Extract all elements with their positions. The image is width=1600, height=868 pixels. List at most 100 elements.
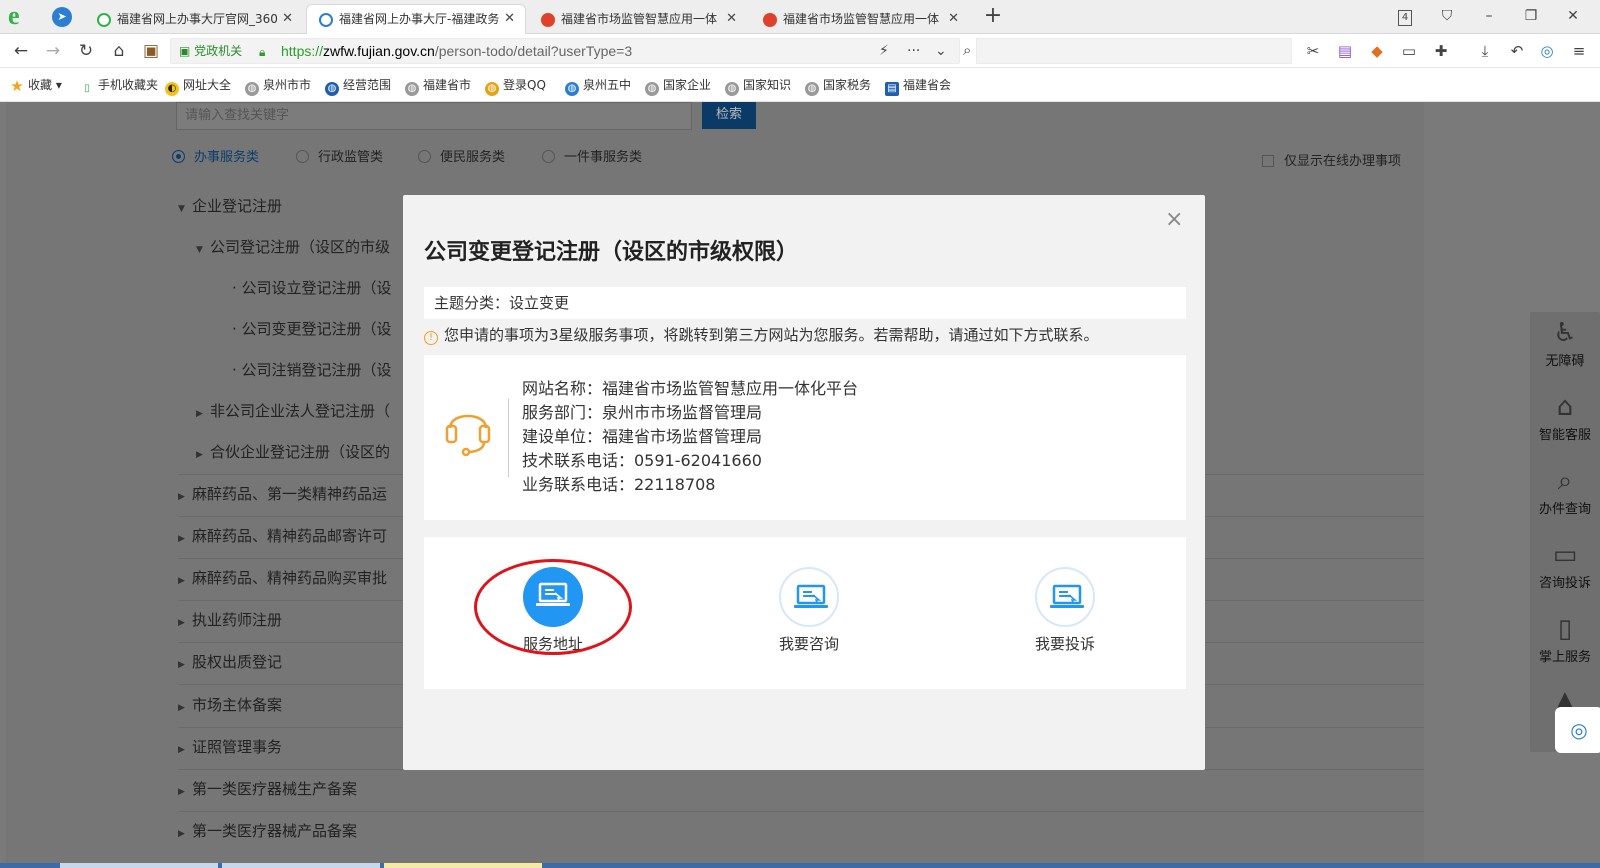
bookmark-school[interactable]: ◍ 泉州五中 [565, 77, 631, 96]
radio-dot-icon [296, 150, 309, 163]
caret-right-icon: ▶ [196, 450, 203, 460]
refresh-icon[interactable]: ↻ [73, 39, 99, 63]
toolbar-accessibility[interactable]: ♿︎ 无障碍 [1530, 316, 1600, 369]
undo-icon[interactable]: ↶ [1506, 40, 1528, 62]
tab-favicon-icon [97, 13, 111, 27]
lightning-icon[interactable]: ⚡ [879, 41, 889, 61]
game-icon[interactable]: ◆ [1366, 40, 1388, 62]
caret-right-icon: ▶ [178, 787, 185, 797]
radio-onething[interactable]: 一件事服务类 [542, 150, 642, 166]
tab-close-icon[interactable]: ✕ [282, 5, 293, 33]
radio-convenience[interactable]: 便民服务类 [418, 150, 505, 166]
restore-icon[interactable]: ❐ [1516, 4, 1546, 28]
toolbar-complaint[interactable]: ▭ 咨询投诉 [1530, 538, 1600, 591]
browser-search-box[interactable]: ⌕ [963, 38, 1292, 64]
tab-360[interactable]: 福建省网上办事大厅官网_360 ✕ [84, 4, 304, 34]
bookmark-mobile[interactable]: ▯ 手机收藏夹 [80, 77, 158, 96]
caret-down-icon: ▼ [178, 204, 185, 214]
bookmark-tax[interactable]: ◍ 国家税务 [805, 77, 871, 96]
close-window-icon[interactable]: ✕ [1558, 4, 1588, 28]
back-icon[interactable]: ← [8, 39, 34, 63]
scissors-icon[interactable]: ✂ [1302, 40, 1324, 62]
assistant-logo-icon[interactable]: ◎ [1555, 707, 1600, 753]
checkbox-icon [1262, 155, 1274, 167]
chevron-down-icon[interactable]: ⌄ [935, 41, 947, 61]
tab-title: 福建省网上办事大厅-福建政务 [339, 12, 500, 26]
tree-item-label: 合伙企业登记注册（设区的 [210, 443, 391, 461]
bookmark-favorites[interactable]: ★ 收藏 ▾ [10, 77, 62, 94]
radio-service[interactable]: 办事服务类 [172, 150, 259, 166]
keyword-search-input[interactable]: 请输入查找关键字 [176, 102, 692, 130]
bookmark-label: 泉州市市 [263, 78, 312, 92]
tree-item[interactable]: ▶ 第一类医疗器械产品备案 [178, 822, 357, 843]
bookmark-label: 经营范围 [343, 78, 392, 92]
tree-item[interactable]: ▶ 证照管理事务 [178, 738, 282, 759]
info-business-phone: 业务联系电话：22118708 [522, 475, 716, 494]
screen-icon[interactable]: ▭ [1398, 40, 1420, 62]
info-site-name: 网站名称：福建省市场监管智慧应用一体化平台 [522, 379, 859, 398]
forward-icon[interactable]: → [40, 39, 66, 63]
tree-item[interactable]: ▶ 市场主体备案 [178, 696, 282, 717]
shirt-icon[interactable]: ⛉ [1432, 4, 1462, 28]
sync-icon[interactable]: ◎ [1536, 40, 1558, 62]
browser-menu-icon[interactable]: ➤ [52, 7, 72, 27]
hamburger-menu-icon[interactable]: ≡ [1568, 40, 1590, 62]
toolbox-icon[interactable]: ▣ [138, 39, 164, 63]
radio-regulatory[interactable]: 行政监管类 [296, 150, 383, 166]
tab-market-2[interactable]: 福建省市场监管智慧应用一体 ✕ [750, 4, 970, 34]
bookmark-enterprise[interactable]: ◍ 国家企业 [645, 77, 711, 96]
online-only-checkbox[interactable]: 仅显示在线办理事项 [1262, 150, 1401, 169]
tree-item[interactable]: ▼ 企业登记注册 [178, 197, 282, 218]
home-icon[interactable]: ⌂ [106, 39, 132, 63]
tree-item[interactable]: · 公司变更登记注册（设 [232, 320, 392, 338]
bookmark-qq[interactable]: ◍ 登录QQ [485, 77, 546, 96]
search-icon: ⌕ [1557, 466, 1573, 496]
minimize-icon[interactable]: – [1474, 4, 1504, 28]
tree-item[interactable]: ▶ 非公司企业法人登记注册（ [196, 402, 390, 423]
consult-button[interactable]: 我要咨询 [754, 567, 864, 654]
bookmark-hao[interactable]: ◐ 网址大全 [165, 77, 231, 96]
toolbar-query[interactable]: ⌕ 办件查询 [1530, 464, 1600, 517]
url-text[interactable]: https://zwfw.fujian.gov.cn/person-todo/d… [281, 42, 632, 60]
right-toolbar: ♿︎ 无障碍 ⌂ 智能客服 ⌕ 办件查询 ▭ 咨询投诉 ▯ 掌上服务 ▲ [1530, 312, 1600, 752]
tree-item[interactable]: ▶ 第一类医疗器械生产备案 [178, 780, 357, 801]
tree-item[interactable]: ▶ 合伙企业登记注册（设区的 [196, 443, 390, 464]
translate-icon[interactable]: ▤ [1334, 40, 1356, 62]
download-icon[interactable]: ⤓ [1474, 40, 1496, 62]
taskbar-item[interactable] [384, 863, 542, 868]
tree-item[interactable]: · 公司注销登记注册（设 [232, 361, 392, 379]
close-icon[interactable]: × [1165, 207, 1183, 233]
address-bar[interactable]: ▣ 党政机关 🔒︎ https://zwfw.fujian.gov.cn/per… [170, 38, 960, 64]
tree-item[interactable]: ▶ 股权出质登记 [178, 653, 282, 674]
tab-close-icon[interactable]: ✕ [948, 5, 959, 33]
tree-item[interactable]: ▶ 执业药师注册 [178, 611, 282, 632]
globe-icon: ◍ [725, 82, 739, 96]
tab-close-icon[interactable]: ✕ [504, 5, 515, 33]
action-label: 我要咨询 [778, 635, 839, 653]
bookmark-ip[interactable]: ◍ 国家知识 [725, 77, 791, 96]
taskbar-item[interactable] [222, 863, 380, 868]
tree-item[interactable]: · 公司设立登记注册（设 [232, 279, 392, 297]
browser-logo-icon: e [8, 1, 20, 30]
toolbar-smart-service[interactable]: ⌂ 智能客服 [1530, 390, 1600, 443]
toolbar-mobile[interactable]: ▯ 掌上服务 [1530, 612, 1600, 665]
new-tab-plus-icon[interactable]: + [978, 4, 1008, 28]
tab-close-icon[interactable]: ✕ [726, 5, 737, 33]
tree-item[interactable]: ▶ 麻醉药品、精神药品邮寄许可 [178, 527, 387, 548]
bookmark-fjacc[interactable]: ▤ 福建省会 [885, 77, 951, 96]
taskbar-item[interactable] [60, 863, 218, 868]
bookmark-qz[interactable]: ◍ 泉州市市 [245, 77, 311, 96]
complaint-button[interactable]: 我要投诉 [1010, 567, 1120, 654]
tab-count-badge[interactable]: 4 [1390, 4, 1420, 28]
extension-icon[interactable]: ✚ [1430, 40, 1452, 62]
search-submit-button[interactable]: 检索 [702, 102, 756, 129]
bookmark-fj[interactable]: ◍ 福建省市 [405, 77, 471, 96]
tree-item-label: 麻醉药品、精神药品邮寄许可 [192, 527, 388, 545]
tree-item[interactable]: ▶ 麻醉药品、精神药品购买审批 [178, 569, 387, 590]
more-icon[interactable]: ··· [907, 41, 920, 61]
tree-item[interactable]: ▼ 公司登记注册（设区的市级 [196, 238, 390, 259]
tab-market-1[interactable]: 福建省市场监管智慧应用一体 ✕ [528, 4, 748, 34]
tree-item[interactable]: ▶ 麻醉药品、第一类精神药品运 [178, 485, 387, 506]
tab-zwfw[interactable]: 福建省网上办事大厅-福建政务 ✕ [306, 4, 526, 34]
bookmark-scope[interactable]: ◍ 经营范围 [325, 77, 391, 96]
